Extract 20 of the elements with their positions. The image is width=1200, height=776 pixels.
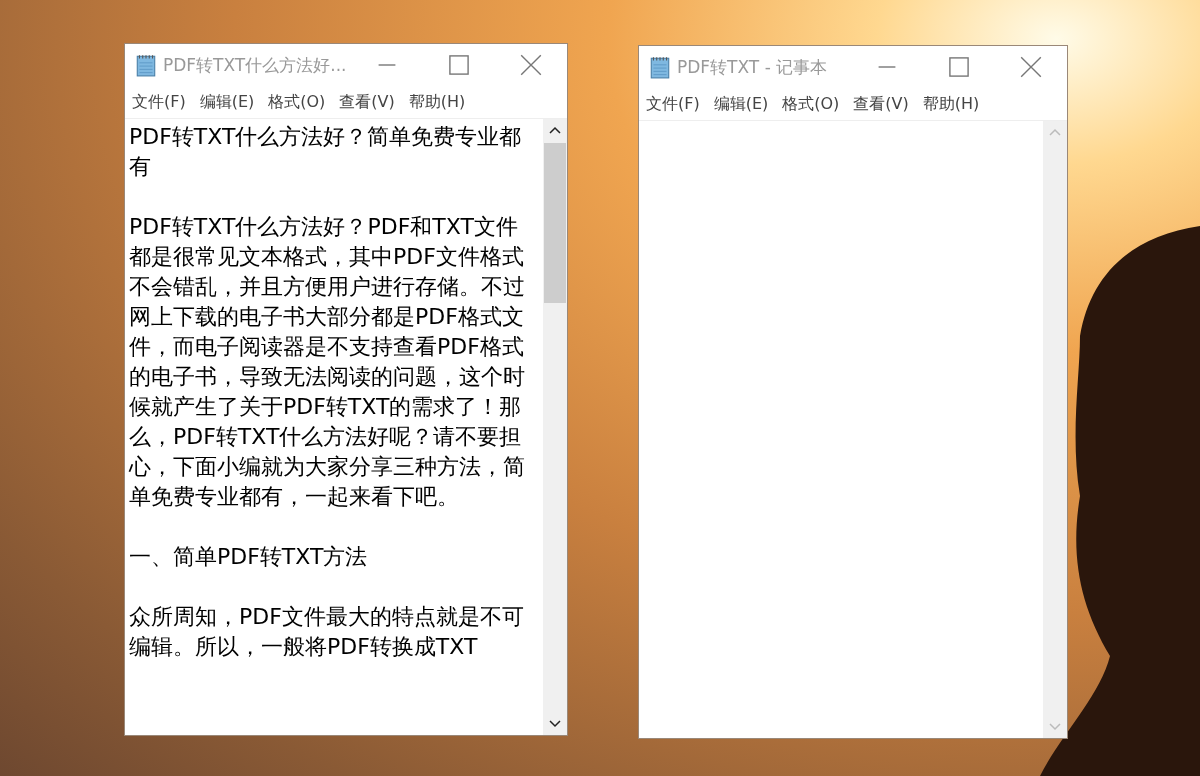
window-title: PDF转TXT什么方法好...	[163, 53, 347, 77]
menu-item[interactable]: 文件(F)	[646, 93, 700, 115]
menu-item[interactable]: 查看(V)	[339, 91, 395, 113]
paragraph: PDF转TXT什么方法好？简单免费专业都有	[129, 123, 523, 181]
notepad-icon	[135, 53, 157, 77]
window-title: PDF转TXT - 记事本	[677, 55, 828, 79]
menu-item[interactable]: 帮助(H)	[408, 91, 466, 113]
menu-item[interactable]: 格式(O)	[782, 93, 840, 115]
paragraph: 众所周知，PDF文件最大的特点就是不可编辑。所以，一般将PDF转换成TXT	[129, 603, 525, 661]
scrollbar[interactable]	[543, 119, 567, 735]
menu-item[interactable]: 编辑(E)	[713, 93, 769, 115]
paragraph: PDF转TXT什么方法好？PDF和TXT文件都是很常见文本格式，其中PDF文件格式不会错乱，并且方便用户进行存储。不过网上下载的电子书大部分都是PDF格式文件，而电子阅读器是不支持查看PDF格式的电子书，导致无法阅读的问题，这个时候就产生了关于PDF转TXT的需求了！那么，PDF转TXT什么方法好呢？请不要担心，下面小编就为大家分享三种方法，简单免费专业都有，一起来看下吧。	[129, 213, 526, 511]
menu-item[interactable]: 文件(F)	[132, 91, 186, 113]
menu-item[interactable]: 编辑(E)	[199, 91, 255, 113]
scroll-thumb[interactable]	[544, 143, 566, 303]
menu-item[interactable]: 格式(O)	[268, 91, 326, 113]
notepad-icon	[649, 55, 671, 79]
menu-item[interactable]: 帮助(H)	[922, 93, 980, 115]
menu-item[interactable]: 查看(V)	[853, 93, 909, 115]
paragraph: 一、简单PDF转TXT方法	[129, 543, 369, 571]
